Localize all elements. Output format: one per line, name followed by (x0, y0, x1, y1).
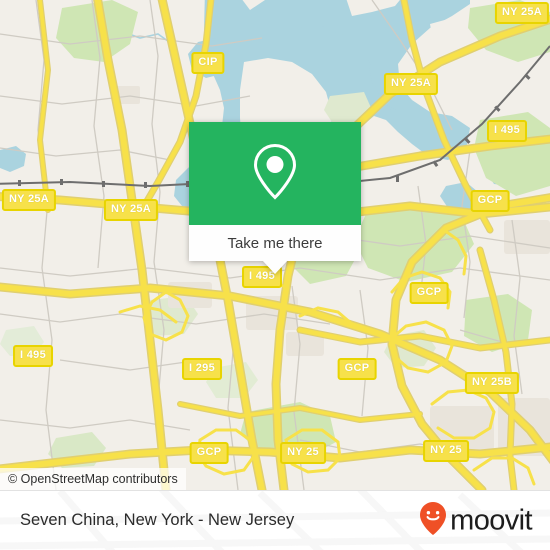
route-shield-gcp-4: GCP (189, 442, 229, 464)
route-shield-cip: CIP (191, 52, 225, 74)
route-shield-i-295: I 295 (182, 358, 222, 380)
route-shield-gcp-1: GCP (470, 190, 510, 212)
route-shield-gcp-2: GCP (409, 282, 449, 304)
map-pin-icon (251, 142, 299, 205)
place-popup-card[interactable]: Take me there (189, 122, 361, 274)
route-shield-i-495-3: I 495 (13, 345, 53, 367)
popup-header (189, 122, 361, 225)
route-shield-i-495-1: I 495 (487, 120, 527, 142)
take-me-there-label: Take me there (227, 234, 323, 252)
moovit-pin-icon (418, 500, 448, 541)
route-shield-ny-25a-1: NY 25A (494, 2, 550, 24)
moovit-map-screen: NY 25A CIP NY 25A I 495 NY 25A NY 25A GCP I 495… (0, 0, 550, 550)
take-me-there-button[interactable]: Take me there (189, 225, 361, 261)
osm-attribution: © OpenStreetMap contributors (0, 468, 186, 490)
footer-bar: Seven China, New York - New Jersey moovi… (0, 490, 550, 550)
route-shield-ny-25-1: NY 25 (280, 442, 326, 464)
popup-tail-pointer (262, 260, 288, 274)
route-shield-ny-25-2: NY 25 (423, 440, 469, 462)
route-shield-ny-25a-3: NY 25A (1, 189, 57, 211)
route-shield-gcp-3: GCP (337, 358, 377, 380)
route-shield-ny-25a-4: NY 25A (103, 199, 159, 221)
moovit-wordmark: moovit (450, 504, 532, 536)
route-shield-ny-25a-2: NY 25A (383, 73, 439, 95)
route-shield-ny-25b: NY 25B (464, 372, 520, 394)
moovit-logo[interactable]: moovit (418, 500, 533, 541)
place-title: Seven China, New York - New Jersey (20, 511, 295, 529)
